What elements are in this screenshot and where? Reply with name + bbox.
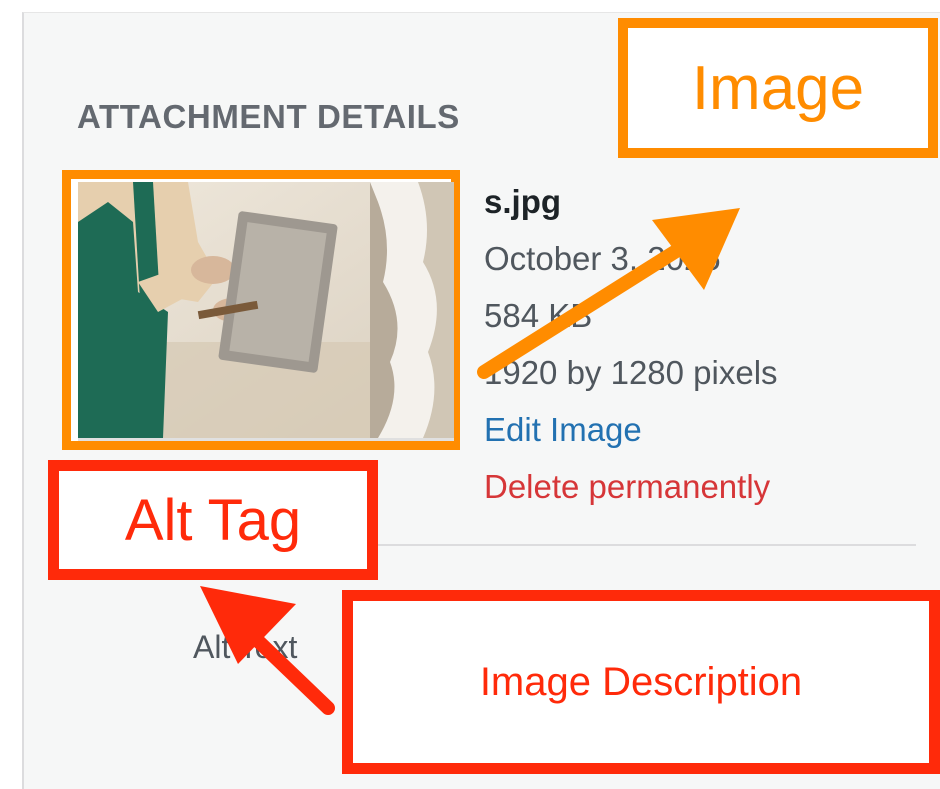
image-dimensions: 1920 by 1280 pixels [484, 354, 778, 391]
upload-date: October 3, 2025 [484, 240, 721, 277]
image-description-annotation-box: Image Description [342, 590, 940, 774]
plastering-worker-photo [78, 182, 454, 438]
alt-tag-annotation-label: Alt Tag [124, 487, 302, 553]
attachment-thumbnail[interactable] [78, 182, 454, 441]
image-annotation-label: Image [691, 53, 865, 123]
edit-image-link[interactable]: Edit Image [484, 406, 778, 463]
image-description-annotation-label: Image Description [479, 659, 803, 704]
attachment-meta: s.jpg October 3, 2025 584 KB 1920 by 128… [484, 178, 778, 520]
alt-tag-annotation-box: Alt Tag [48, 460, 378, 580]
image-annotation-box: Image [618, 18, 938, 158]
attachment-filename: s.jpg [484, 183, 562, 220]
alt-text-label: Alt Text [193, 629, 298, 665]
panel-heading: ATTACHMENT DETAILS [77, 98, 460, 135]
file-size: 584 KB [484, 297, 593, 334]
delete-permanently-link[interactable]: Delete permanently [484, 463, 778, 520]
